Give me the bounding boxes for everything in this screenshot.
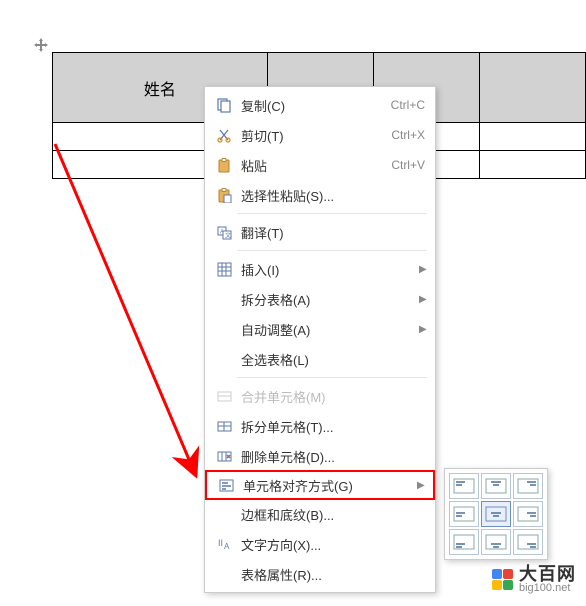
paste-icon bbox=[213, 155, 235, 175]
menu-separator bbox=[237, 250, 427, 251]
blank-icon bbox=[213, 349, 235, 369]
blank-icon bbox=[213, 504, 235, 524]
align-bottom-center[interactable] bbox=[481, 529, 511, 555]
menu-label: 选择性粘贴(S)... bbox=[241, 186, 425, 205]
align-top-left[interactable] bbox=[449, 473, 479, 499]
menu-merge-cells: 合并单元格(M) bbox=[205, 381, 435, 411]
table-cell[interactable] bbox=[479, 123, 585, 151]
menu-paste-special[interactable]: 选择性粘贴(S)... bbox=[205, 180, 435, 210]
menu-label: 复制(C) bbox=[241, 96, 381, 115]
svg-text:文: 文 bbox=[225, 231, 231, 239]
cut-icon bbox=[213, 125, 235, 145]
menu-paste[interactable]: 粘贴 Ctrl+V bbox=[205, 150, 435, 180]
menu-separator bbox=[237, 377, 427, 378]
menu-text-direction[interactable]: IIA 文字方向(X)... bbox=[205, 529, 435, 559]
menu-label: 翻译(T) bbox=[241, 223, 425, 242]
blank-icon bbox=[213, 564, 235, 584]
menu-label: 全选表格(L) bbox=[241, 350, 425, 369]
menu-copy[interactable]: 复制(C) Ctrl+C bbox=[205, 90, 435, 120]
blank-icon bbox=[213, 319, 235, 339]
submenu-arrow-icon: ▶ bbox=[419, 294, 425, 305]
menu-label: 文字方向(X)... bbox=[241, 535, 425, 554]
menu-label: 自动调整(A) bbox=[241, 320, 419, 339]
menu-shortcut: Ctrl+C bbox=[391, 98, 425, 112]
align-middle-right[interactable] bbox=[513, 501, 543, 527]
align-bottom-right[interactable] bbox=[513, 529, 543, 555]
menu-shortcut: Ctrl+V bbox=[391, 158, 425, 172]
translate-icon: A文 bbox=[213, 222, 235, 242]
menu-label: 表格属性(R)... bbox=[241, 565, 425, 584]
menu-label: 粘贴 bbox=[241, 156, 381, 175]
cell-align-icon bbox=[215, 475, 237, 495]
submenu-arrow-icon: ▶ bbox=[417, 480, 423, 491]
alignment-submenu bbox=[444, 468, 548, 560]
menu-select-all-table[interactable]: 全选表格(L) bbox=[205, 344, 435, 374]
table-move-handle[interactable] bbox=[32, 36, 50, 54]
align-top-center[interactable] bbox=[481, 473, 511, 499]
copy-icon bbox=[213, 95, 235, 115]
menu-cut[interactable]: 剪切(T) Ctrl+X bbox=[205, 120, 435, 150]
context-menu: 复制(C) Ctrl+C 剪切(T) Ctrl+X 粘贴 Ctrl+V 选择性粘… bbox=[204, 86, 436, 593]
align-middle-center[interactable] bbox=[481, 501, 511, 527]
menu-split-table[interactable]: 拆分表格(A) ▶ bbox=[205, 284, 435, 314]
merge-cells-icon bbox=[213, 386, 235, 406]
menu-label: 插入(I) bbox=[241, 260, 419, 279]
watermark: 大百网 big100.net bbox=[492, 565, 576, 594]
watermark-logo bbox=[492, 569, 513, 590]
align-bottom-left[interactable] bbox=[449, 529, 479, 555]
watermark-domain: big100.net bbox=[519, 583, 570, 594]
svg-text:II: II bbox=[218, 538, 223, 548]
menu-label: 合并单元格(M) bbox=[241, 387, 425, 406]
svg-text:A: A bbox=[224, 542, 230, 551]
menu-label: 拆分表格(A) bbox=[241, 290, 419, 309]
menu-table-properties[interactable]: 表格属性(R)... bbox=[205, 559, 435, 589]
delete-cells-icon bbox=[213, 446, 235, 466]
align-middle-left[interactable] bbox=[449, 501, 479, 527]
menu-delete-cells[interactable]: 删除单元格(D)... bbox=[205, 441, 435, 471]
menu-autofit[interactable]: 自动调整(A) ▶ bbox=[205, 314, 435, 344]
menu-label: 拆分单元格(T)... bbox=[241, 417, 425, 436]
menu-split-cells[interactable]: 拆分单元格(T)... bbox=[205, 411, 435, 441]
text-direction-icon: IIA bbox=[213, 534, 235, 554]
align-top-right[interactable] bbox=[513, 473, 543, 499]
menu-borders-shading[interactable]: 边框和底纹(B)... bbox=[205, 499, 435, 529]
insert-table-icon bbox=[213, 259, 235, 279]
table-cell[interactable] bbox=[479, 151, 585, 179]
menu-insert[interactable]: 插入(I) ▶ bbox=[205, 254, 435, 284]
submenu-arrow-icon: ▶ bbox=[419, 264, 425, 275]
paste-special-icon bbox=[213, 185, 235, 205]
header-cell-4[interactable] bbox=[479, 53, 585, 123]
watermark-name: 大百网 bbox=[519, 565, 576, 583]
submenu-arrow-icon: ▶ bbox=[419, 324, 425, 335]
menu-label: 删除单元格(D)... bbox=[241, 447, 425, 466]
menu-shortcut: Ctrl+X bbox=[391, 128, 425, 142]
menu-translate[interactable]: A文 翻译(T) bbox=[205, 217, 435, 247]
menu-separator bbox=[237, 213, 427, 214]
menu-label: 边框和底纹(B)... bbox=[241, 505, 425, 524]
menu-cell-alignment[interactable]: 单元格对齐方式(G) ▶ bbox=[205, 470, 435, 500]
menu-label: 剪切(T) bbox=[241, 126, 381, 145]
menu-label: 单元格对齐方式(G) bbox=[243, 476, 417, 495]
split-cells-icon bbox=[213, 416, 235, 436]
blank-icon bbox=[213, 289, 235, 309]
